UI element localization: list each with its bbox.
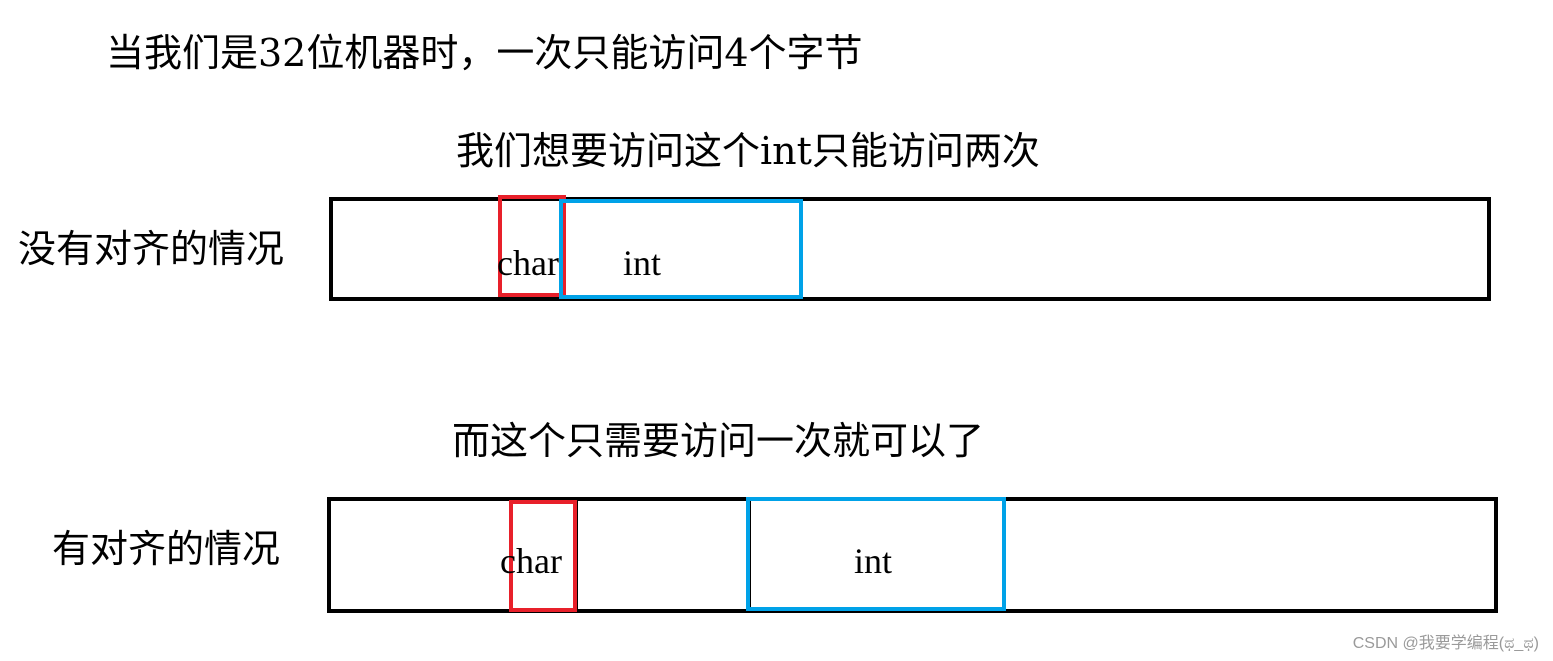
diagram-title: 当我们是32位机器时，一次只能访问4个字节	[106, 31, 863, 75]
unaligned-int-text: int	[623, 243, 662, 283]
unaligned-label: 没有对齐的情况	[18, 227, 285, 271]
unaligned-int-box	[559, 199, 803, 299]
aligned-int-text: int	[854, 541, 893, 581]
aligned-caption: 而这个只需要访问一次就可以了	[452, 419, 985, 463]
aligned-padding-box	[574, 497, 751, 613]
unaligned-caption: 我们想要访问这个int只能访问两次	[456, 129, 1040, 173]
watermark: CSDN @我要学编程(ಥ_ಥ)	[1352, 635, 1539, 652]
aligned-char-text: char	[500, 541, 562, 581]
unaligned-char-text: char	[497, 243, 559, 283]
aligned-label: 有对齐的情况	[52, 527, 281, 571]
